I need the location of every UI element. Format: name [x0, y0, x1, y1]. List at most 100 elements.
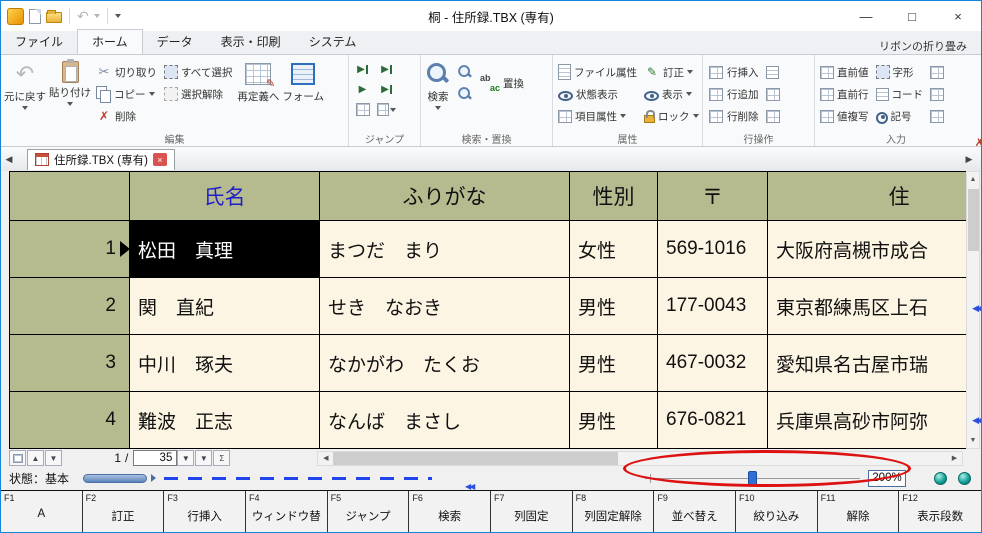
- input-extra-1-button[interactable]: [928, 63, 946, 81]
- display-button[interactable]: 表示: [642, 85, 701, 103]
- cell-zip[interactable]: 569-1016: [658, 221, 768, 278]
- fkey-f5[interactable]: F5 ジャンプ: [328, 491, 410, 532]
- row-insert-button[interactable]: + 行挿入: [706, 63, 981, 149]
- scroll-up-button[interactable]: ▲: [967, 172, 979, 187]
- cell-zip[interactable]: 676-0821: [658, 392, 768, 449]
- status-display-button[interactable]: 状態表示: [556, 85, 639, 103]
- zoom-slider-thumb[interactable]: [748, 470, 758, 486]
- glyph-button[interactable]: 字形: [874, 63, 926, 81]
- fkey-f3[interactable]: F3 行挿入: [164, 491, 246, 532]
- jump-goto-button[interactable]: [352, 101, 373, 118]
- row-number-cell[interactable]: 1: [10, 221, 130, 278]
- row-number-cell[interactable]: 4: [10, 392, 130, 449]
- fkey-f9[interactable]: F9 並べ替え: [654, 491, 736, 532]
- fkey-f10[interactable]: F10 絞り込み: [736, 491, 818, 532]
- file-attributes-button[interactable]: ファイル属性: [556, 63, 639, 81]
- cell-name[interactable]: 難波 正志: [130, 392, 320, 449]
- cell-kana[interactable]: なんば まさし: [320, 392, 570, 449]
- header-address[interactable]: 住: [768, 172, 967, 221]
- value-copy-button[interactable]: 値複写: [818, 107, 871, 125]
- rowops-extra-1-button[interactable]: [764, 63, 782, 81]
- new-file-icon[interactable]: [29, 8, 41, 24]
- fkey-f4[interactable]: F4 ウィンドウ替: [246, 491, 328, 532]
- tab-scroll-right-button[interactable]: ▶: [961, 154, 977, 165]
- select-all-button[interactable]: すべて選択: [162, 63, 234, 81]
- redefine-button[interactable]: ✎ 再定義へ: [237, 58, 279, 104]
- row-number-cell[interactable]: 3: [10, 335, 130, 392]
- header-zip[interactable]: 〒: [658, 172, 768, 221]
- cell-address[interactable]: 兵庫県高砂市阿弥: [768, 392, 967, 449]
- jump-menu-button[interactable]: [376, 101, 397, 118]
- header-name[interactable]: 氏名: [130, 172, 320, 221]
- cut-button[interactable]: ✂ 切り取り: [94, 63, 159, 81]
- minimize-button[interactable]: —: [843, 1, 889, 31]
- open-file-icon[interactable]: [46, 10, 62, 23]
- search-button[interactable]: 検索: [424, 58, 452, 110]
- delete-button[interactable]: ✗ 削除: [94, 107, 159, 125]
- input-extra-3-button[interactable]: [928, 107, 946, 125]
- tab-system[interactable]: システム: [295, 30, 371, 54]
- cell-address[interactable]: 愛知県名古屋市瑞: [768, 335, 967, 392]
- cell-name[interactable]: 関 直紀: [130, 278, 320, 335]
- cell-name-selected[interactable]: 松田 真理: [130, 221, 320, 278]
- cell-gender[interactable]: 女性: [570, 221, 658, 278]
- prev-row-button[interactable]: 直前行: [818, 85, 871, 103]
- app-icon[interactable]: [7, 7, 24, 25]
- item-attributes-button[interactable]: 項目属性: [556, 107, 639, 125]
- search-prev-button[interactable]: [455, 85, 475, 103]
- header-gender[interactable]: 性別: [570, 172, 658, 221]
- row-number-cell[interactable]: 2: [10, 278, 130, 335]
- scroll-down-button[interactable]: ▼: [967, 433, 979, 448]
- row-select-dropdown-button[interactable]: ▼: [177, 450, 195, 466]
- tab-view-print[interactable]: 表示・印刷: [207, 30, 295, 54]
- input-extra-2-button[interactable]: [928, 85, 946, 103]
- cell-kana[interactable]: なかがわ たくお: [320, 335, 570, 392]
- fkey-f2[interactable]: F2 訂正: [83, 491, 165, 532]
- cell-address[interactable]: 東京都練馬区上石: [768, 278, 967, 335]
- split-marker-icon[interactable]: ◀◀: [972, 415, 981, 426]
- sum-button[interactable]: Σ: [213, 450, 231, 466]
- deselect-button[interactable]: 選択解除: [162, 85, 234, 103]
- horizontal-scrollbar-thumb[interactable]: [333, 451, 619, 465]
- symbol-button[interactable]: 記号: [874, 107, 926, 125]
- fkey-f7[interactable]: F7 列固定: [491, 491, 573, 532]
- zoom-level-box[interactable]: 200%: [868, 469, 906, 487]
- paste-button[interactable]: 貼り付け: [49, 58, 91, 106]
- fkey-f11[interactable]: F11 解除: [818, 491, 900, 532]
- header-kana[interactable]: ふりがな: [320, 172, 570, 221]
- zoom-slider[interactable]: [645, 470, 860, 487]
- search-next-button[interactable]: [455, 63, 475, 81]
- code-button[interactable]: コード: [874, 85, 926, 103]
- vertical-scrollbar-thumb[interactable]: [967, 189, 979, 251]
- fkey-f6[interactable]: F6 検索: [409, 491, 491, 532]
- fkey-f1[interactable]: F1 A: [1, 491, 83, 532]
- copy-button[interactable]: コピー: [94, 85, 159, 103]
- tab-data[interactable]: データ: [143, 30, 207, 54]
- cell-gender[interactable]: 男性: [570, 278, 658, 335]
- horizontal-scrollbar[interactable]: ◀ ▶: [317, 450, 963, 466]
- maximize-button[interactable]: □: [889, 1, 935, 31]
- cell-zip[interactable]: 467-0032: [658, 335, 768, 392]
- cell-address[interactable]: 大阪府高槻市成合: [768, 221, 967, 278]
- toolbar-customize-caret-icon[interactable]: [114, 14, 121, 18]
- row-append-button[interactable]: + 行追加: [706, 85, 981, 149]
- fkey-f8[interactable]: F8 列固定解除: [573, 491, 655, 532]
- scroll-left-button[interactable]: ◀: [318, 452, 333, 465]
- jump-first-row-button[interactable]: ▶: [352, 61, 373, 78]
- row-delete-button[interactable]: ✗ 行削除: [706, 107, 981, 149]
- total-rows-box[interactable]: 35: [133, 450, 178, 466]
- cell-gender[interactable]: 男性: [570, 335, 658, 392]
- ribbon-collapse-button[interactable]: リボンの折り畳み: [879, 38, 981, 54]
- undo-caret-icon[interactable]: [93, 14, 100, 18]
- rowops-extra-2-button[interactable]: [764, 85, 782, 103]
- jump-prev-button[interactable]: ▶: [352, 81, 373, 98]
- cell-gender[interactable]: 男性: [570, 392, 658, 449]
- lock-button[interactable]: ロック: [642, 107, 701, 125]
- document-tab[interactable]: 住所録.TBX (専有) ×: [27, 148, 175, 170]
- tab-scroll-left-button[interactable]: ◀: [1, 154, 17, 165]
- close-button[interactable]: ×: [935, 1, 981, 31]
- tab-home[interactable]: ホーム: [77, 29, 143, 55]
- correct-button[interactable]: ✎ 訂正: [642, 63, 701, 81]
- rowops-extra-3-button[interactable]: [764, 107, 782, 125]
- nav-down-button[interactable]: ▼: [45, 450, 62, 466]
